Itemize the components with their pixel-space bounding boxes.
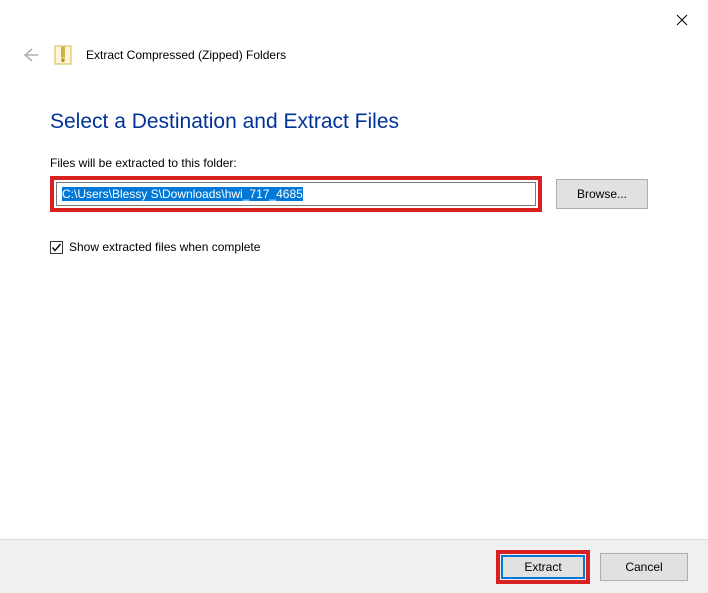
extract-button[interactable]: Extract [501, 555, 585, 579]
close-button[interactable] [674, 12, 690, 28]
destination-row: C:\Users\Blessy S\Downloads\hwi_717_4685… [50, 176, 658, 212]
back-button [20, 45, 40, 65]
show-files-checkbox-label[interactable]: Show extracted files when complete [69, 240, 260, 254]
path-highlight-annotation: C:\Users\Blessy S\Downloads\hwi_717_4685 [50, 176, 542, 212]
wizard-title: Extract Compressed (Zipped) Folders [86, 48, 286, 62]
zip-folder-icon [54, 44, 72, 66]
wizard-header: Extract Compressed (Zipped) Folders [0, 40, 708, 70]
destination-label: Files will be extracted to this folder: [50, 156, 658, 170]
browse-button[interactable]: Browse... [556, 179, 648, 209]
extract-highlight-annotation: Extract [496, 550, 590, 584]
cancel-button[interactable]: Cancel [600, 553, 688, 581]
destination-path-input[interactable]: C:\Users\Blessy S\Downloads\hwi_717_4685 [56, 182, 536, 206]
back-arrow-icon [20, 45, 40, 65]
titlebar [0, 0, 708, 40]
page-heading: Select a Destination and Extract Files [50, 110, 658, 134]
show-files-checkbox-row: Show extracted files when complete [50, 240, 658, 254]
wizard-footer: Extract Cancel [0, 539, 708, 593]
wizard-content: Select a Destination and Extract Files F… [0, 70, 708, 254]
destination-path-text: C:\Users\Blessy S\Downloads\hwi_717_4685 [62, 187, 303, 201]
close-icon [676, 14, 688, 26]
checkmark-icon [51, 242, 62, 253]
show-files-checkbox[interactable] [50, 241, 63, 254]
